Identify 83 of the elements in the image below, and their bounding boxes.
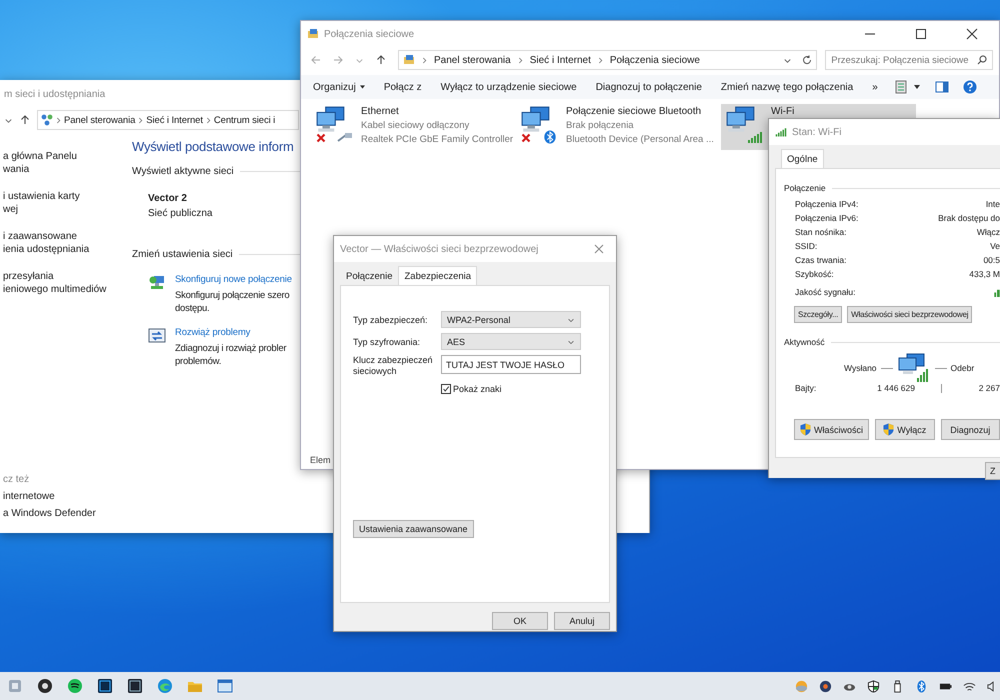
property-value: Inte bbox=[984, 199, 1000, 209]
property-value: Brak dostępu do bbox=[937, 213, 1000, 223]
group-heading: Aktywność bbox=[784, 337, 825, 347]
sidebar-link[interactable]: przesyłania ieniowego multimediów bbox=[3, 270, 128, 296]
dialog-button[interactable]: Z bbox=[985, 462, 1000, 480]
tab[interactable]: Połączenie bbox=[340, 266, 398, 285]
advanced-settings-button[interactable]: Ustawienia zaawansowane bbox=[353, 520, 474, 538]
sidebar-link[interactable]: a główna Panelu wania bbox=[3, 150, 128, 176]
see-also-link[interactable]: internetowe bbox=[3, 491, 128, 502]
connection-status: Brak połączenia bbox=[566, 120, 635, 131]
adapter-name: Bluetooth Device (Personal Area ... bbox=[566, 134, 714, 145]
connection-status: Kabel sieciowy odłączony bbox=[361, 120, 470, 131]
see-also-heading: cz też bbox=[3, 474, 30, 485]
task-description: Zdiagnozuj i rozwiąż probler problemów. bbox=[175, 342, 286, 368]
sidebar-link[interactable]: i zaawansowane ienia udostępniania bbox=[3, 230, 128, 256]
property-label: Stan nośnika: bbox=[795, 227, 848, 237]
window-title: m sieci i udostępniania bbox=[4, 88, 106, 100]
bytes-label: Bajty: bbox=[795, 383, 818, 393]
task-link[interactable]: Rozwiąż problemy bbox=[175, 327, 286, 338]
property-label: Jakość sygnału: bbox=[795, 287, 856, 297]
property-value: 433,3 M bbox=[968, 269, 1000, 279]
checkbox-label[interactable]: Pokaż znaki bbox=[453, 384, 502, 394]
bytes-sent: 1 446 629 bbox=[876, 383, 915, 393]
dialog-button[interactable]: Szczegóły... bbox=[794, 306, 842, 323]
dialog-button[interactable]: OK bbox=[492, 612, 548, 630]
security-type-dropdown[interactable]: WPA2-Personal bbox=[441, 311, 581, 328]
field-label: Typ szyfrowania: bbox=[353, 336, 422, 346]
dialog-button[interactable]: Wyłącz bbox=[875, 419, 935, 440]
dialog-button[interactable]: Właściwości sieci bezprzewodowej bbox=[847, 306, 972, 323]
toolbar-button[interactable]: Organizuj bbox=[307, 80, 371, 94]
tab[interactable]: Ogólne bbox=[781, 149, 824, 168]
connection-name: Połączenie sieciowe Bluetooth bbox=[566, 106, 702, 117]
sidebar-link[interactable]: i ustawienia karty wej bbox=[3, 190, 128, 216]
connection-name: Ethernet bbox=[361, 106, 400, 117]
field-label: Klucz zabezpieczeń sieciowych bbox=[353, 355, 434, 377]
property-label: Czas trwania: bbox=[795, 255, 848, 265]
address-bar[interactable]: Panel sterowania Sieć i Internet Centrum sieci i bbox=[37, 110, 299, 130]
breadcrumb-item[interactable]: Sieć i Internet bbox=[530, 54, 591, 66]
breadcrumb-item[interactable]: Połączenia sieciowe bbox=[610, 54, 700, 66]
property-label: SSID: bbox=[795, 241, 818, 251]
received-label: Odebr bbox=[950, 363, 974, 373]
toolbar-button[interactable]: Zmień nazwę tego połączenia bbox=[714, 80, 860, 94]
connection-name: Wi-Fi bbox=[771, 106, 794, 117]
dialog-button[interactable]: Diagnozuj bbox=[940, 419, 1000, 440]
page-heading: Wyświetl podstawowe inform bbox=[132, 139, 295, 154]
task-description: Skonfiguruj połączenie szero dostępu. bbox=[175, 289, 290, 315]
property-label: Połączenia IPv4: bbox=[795, 199, 858, 209]
breadcrumb-item[interactable]: Centrum sieci i bbox=[214, 114, 276, 126]
tab[interactable]: Zabezpieczenia bbox=[398, 266, 478, 285]
toolbar-button[interactable]: Diagnozuj to połączenie bbox=[590, 80, 708, 94]
section-heading: Wyświetl aktywne sieci bbox=[132, 166, 234, 177]
breadcrumb-item[interactable]: Panel sterowania bbox=[64, 114, 136, 126]
encryption-type-dropdown[interactable]: AES bbox=[441, 333, 581, 350]
property-label: Szybkość: bbox=[795, 269, 835, 279]
property-value: Włącz bbox=[976, 227, 1000, 237]
toolbar-button[interactable]: Połącz z bbox=[378, 80, 428, 94]
bytes-received: 2 267 bbox=[978, 383, 1000, 393]
address-bar[interactable]: Panel sterowania Sieć i Internet Połączenia sieciowe bbox=[398, 50, 818, 70]
breadcrumb-item[interactable]: Sieć i Internet bbox=[146, 114, 203, 126]
toolbar-button[interactable]: Wyłącz to urządzenie sieciowe bbox=[434, 80, 583, 94]
property-value: 00:5 bbox=[982, 255, 1000, 265]
task-link[interactable]: Skonfiguruj nowe połączenie bbox=[175, 274, 292, 285]
property-value: Ve bbox=[989, 241, 1000, 251]
section-heading: Zmień ustawienia sieci bbox=[132, 249, 233, 260]
group-heading: Połączenie bbox=[784, 183, 826, 193]
property-label: Połączenia IPv6: bbox=[795, 213, 858, 223]
dialog-button[interactable]: Właściwości bbox=[794, 419, 870, 440]
network-name: Vector 2 bbox=[148, 193, 188, 204]
search-field[interactable]: Przeszukaj: Połączenia sieciowe bbox=[825, 50, 993, 70]
window-title: Połączenia sieciowe bbox=[324, 28, 414, 40]
window-title: Stan: Wi-Fi bbox=[792, 126, 842, 138]
connection-item[interactable]: Połączenie sieciowe Bluetooth Brak połączenia Bluetooth Device (Personal Area ... bbox=[516, 104, 711, 150]
see-also-link[interactable]: a Windows Defender bbox=[3, 508, 128, 519]
adapter-name: Realtek PCIe GbE Family Controller bbox=[361, 134, 514, 145]
sent-label: Wysłano bbox=[844, 363, 877, 373]
breadcrumb-item[interactable]: Panel sterowania bbox=[434, 54, 511, 66]
window-title: Vector — Właściwości sieci bezprzewodowej bbox=[340, 244, 538, 254]
field-label: Typ zabezpieczeń: bbox=[353, 314, 429, 324]
more-commands-button[interactable]: » bbox=[866, 80, 884, 94]
security-key-field[interactable]: TUTAJ JEST TWOJE HASŁO bbox=[441, 355, 581, 374]
network-type: Sieć publiczna bbox=[148, 208, 214, 219]
status-bar-text: Elem bbox=[309, 455, 332, 467]
dialog-button[interactable]: Anuluj bbox=[554, 612, 610, 630]
